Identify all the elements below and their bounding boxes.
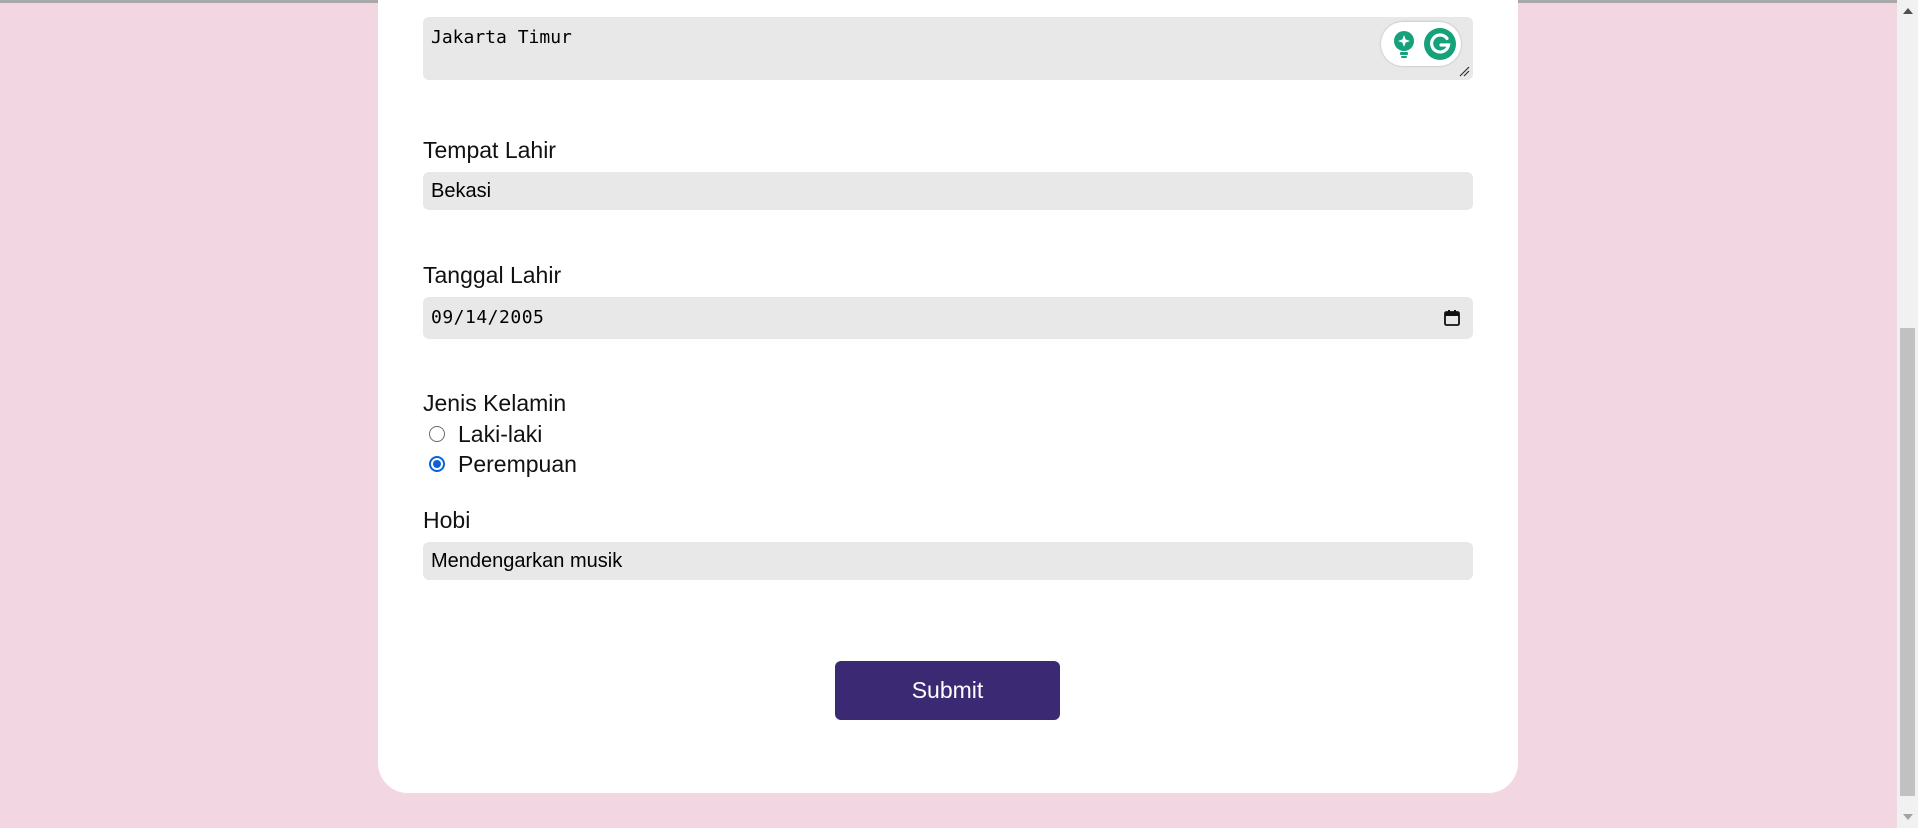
- hobi-value: Mendengarkan musik: [431, 550, 623, 572]
- hobi-label: Hobi: [423, 507, 471, 533]
- jenis-kelamin-label: Jenis Kelamin: [423, 390, 567, 416]
- hobi-input[interactable]: Mendengarkan musik: [423, 542, 1473, 580]
- radio-laki-laki-label: Laki-laki: [458, 420, 543, 447]
- radio-laki-laki[interactable]: [429, 426, 445, 442]
- lightbulb-icon[interactable]: [1391, 29, 1417, 59]
- scroll-up-arrow-icon[interactable]: [1903, 8, 1913, 14]
- scroll-down-arrow-icon[interactable]: [1903, 814, 1913, 820]
- tanggal-lahir-label: Tanggal Lahir: [423, 262, 562, 288]
- calendar-icon[interactable]: [1443, 309, 1461, 327]
- scrollbar-thumb[interactable]: [1900, 328, 1915, 796]
- tanggal-lahir-value: 09/14/2005: [431, 307, 545, 328]
- tempat-lahir-input[interactable]: Bekasi: [423, 172, 1473, 210]
- resize-grip-icon[interactable]: [1458, 65, 1470, 77]
- radio-perempuan-label: Perempuan: [458, 450, 577, 477]
- grammarly-icon[interactable]: [1423, 27, 1457, 61]
- submit-button[interactable]: Submit: [835, 661, 1060, 720]
- tanggal-lahir-input[interactable]: 09/14/2005: [423, 297, 1473, 339]
- alamat-textarea-value: Jakarta Timur: [431, 27, 572, 48]
- page-scrollbar[interactable]: [1897, 0, 1918, 828]
- alamat-textarea[interactable]: Jakarta Timur: [423, 17, 1473, 80]
- radio-option-laki-laki[interactable]: Laki-laki: [429, 420, 542, 448]
- tempat-lahir-label: Tempat Lahir: [423, 137, 556, 163]
- grammarly-widget[interactable]: [1381, 22, 1461, 66]
- radio-perempuan[interactable]: [429, 456, 445, 472]
- radio-option-perempuan[interactable]: Perempuan: [429, 450, 577, 478]
- tempat-lahir-value: Bekasi: [431, 180, 492, 202]
